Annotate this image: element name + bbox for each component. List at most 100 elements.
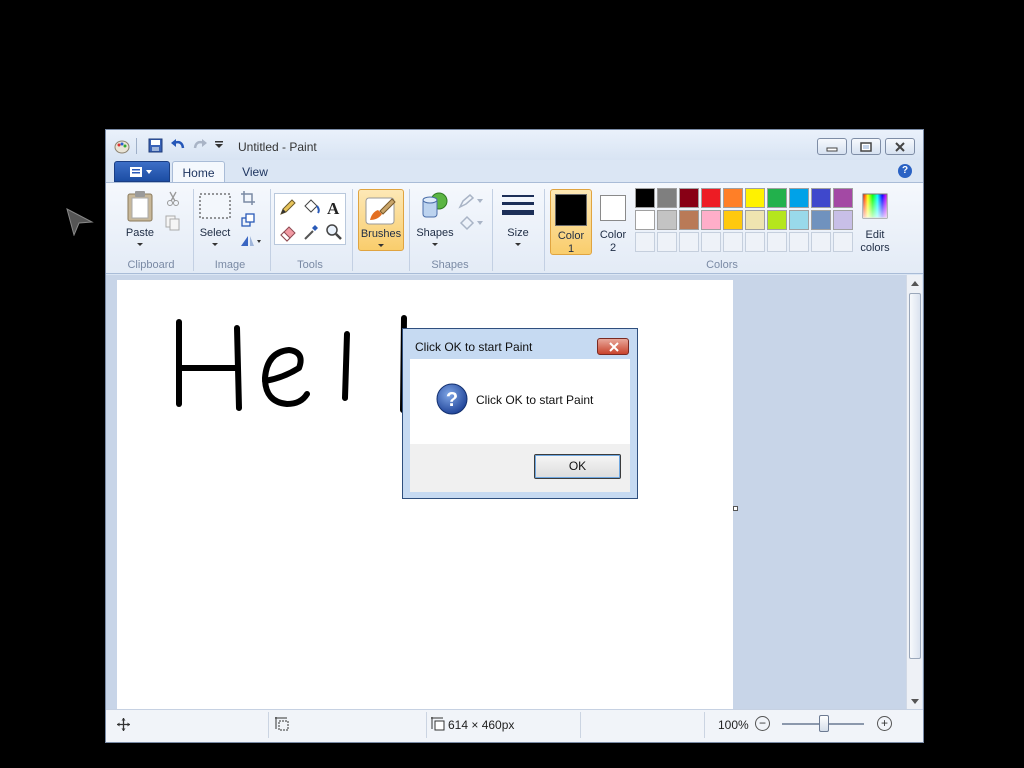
- fill-icon[interactable]: [458, 215, 484, 231]
- palette-custom-slot[interactable]: [767, 232, 787, 252]
- color-spectrum-icon: [862, 193, 888, 219]
- paint-menu-button[interactable]: [114, 161, 170, 182]
- color1-swatch: [555, 194, 587, 226]
- scroll-down-icon[interactable]: [911, 699, 919, 704]
- customize-dropdown-icon[interactable]: [214, 140, 224, 150]
- image-group-label: Image: [214, 259, 246, 271]
- group-separator: [492, 189, 493, 271]
- status-bar: 614 × 460px 100% − +: [106, 709, 923, 742]
- palette-custom-slot[interactable]: [723, 232, 743, 252]
- status-separator: [268, 712, 269, 738]
- zoom-in-button[interactable]: +: [877, 716, 892, 731]
- palette-color-swatch[interactable]: [833, 188, 853, 208]
- close-icon: [895, 142, 905, 152]
- zoom-level: 100%: [718, 718, 749, 732]
- status-separator: [426, 712, 427, 738]
- shapes-label: Shapes: [416, 227, 454, 239]
- palette-custom-slot[interactable]: [789, 232, 809, 252]
- tab-view[interactable]: View: [230, 161, 280, 182]
- text-icon[interactable]: A: [324, 197, 344, 217]
- palette-color-swatch[interactable]: [767, 188, 787, 208]
- svg-text:?: ?: [446, 389, 458, 411]
- maximize-icon: [860, 142, 872, 152]
- select-label: Select: [199, 227, 231, 239]
- save-icon[interactable]: [148, 138, 163, 153]
- color2-button[interactable]: [600, 195, 626, 221]
- palette-custom-slot[interactable]: [811, 232, 831, 252]
- tools-panel: A: [274, 193, 346, 245]
- palette-color-swatch[interactable]: [679, 188, 699, 208]
- help-icon[interactable]: ?: [898, 164, 912, 178]
- tab-home[interactable]: Home: [172, 161, 225, 182]
- ok-button[interactable]: OK: [534, 454, 621, 479]
- ribbon: Paste Clipboard Select Image A Tools Bru…: [106, 182, 923, 274]
- palette-color-swatch[interactable]: [811, 188, 831, 208]
- palette-color-swatch[interactable]: [723, 210, 743, 230]
- shapes-dropdown-icon: [432, 243, 438, 246]
- canvas-resize-handle[interactable]: [733, 506, 738, 511]
- palette-custom-slot[interactable]: [701, 232, 721, 252]
- maximize-button[interactable]: [851, 138, 881, 155]
- brushes-button[interactable]: Brushes: [358, 189, 404, 251]
- palette-color-swatch[interactable]: [679, 210, 699, 230]
- color-picker-icon[interactable]: [301, 222, 321, 242]
- redo-icon[interactable]: [192, 138, 208, 153]
- zoom-out-button[interactable]: −: [755, 716, 770, 731]
- paste-dropdown-icon: [137, 243, 143, 246]
- menu-icon: [130, 167, 152, 177]
- group-separator: [409, 189, 410, 271]
- paint-app-icon[interactable]: [114, 138, 130, 154]
- magnifier-icon[interactable]: [324, 222, 344, 242]
- outline-icon[interactable]: [458, 193, 484, 209]
- palette-custom-slot[interactable]: [657, 232, 677, 252]
- palette-color-swatch[interactable]: [789, 210, 809, 230]
- close-icon: [609, 342, 619, 352]
- selection-size-icon: [275, 717, 289, 731]
- clipboard-group-label: Clipboard: [127, 259, 175, 271]
- status-separator: [704, 712, 705, 738]
- palette-custom-slot[interactable]: [833, 232, 853, 252]
- shapes-group-label: Shapes: [431, 259, 469, 271]
- pencil-icon[interactable]: [278, 197, 298, 217]
- brushes-label: Brushes: [360, 228, 402, 240]
- palette-custom-slot[interactable]: [635, 232, 655, 252]
- rotate-icon[interactable]: [240, 235, 262, 247]
- palette-color-swatch[interactable]: [745, 188, 765, 208]
- cut-icon[interactable]: [166, 191, 180, 207]
- resize-icon[interactable]: [241, 213, 255, 227]
- cursor-position-icon: [117, 718, 130, 731]
- fill-bucket-icon[interactable]: [301, 197, 321, 217]
- palette-custom-slot[interactable]: [679, 232, 699, 252]
- dialog-body: ? Click OK to start Paint: [410, 359, 630, 444]
- scroll-thumb[interactable]: [909, 293, 921, 659]
- scroll-up-icon[interactable]: [911, 281, 919, 286]
- palette-color-swatch[interactable]: [701, 188, 721, 208]
- color1-button[interactable]: Color 1: [550, 189, 592, 255]
- vertical-scrollbar[interactable]: [906, 275, 922, 709]
- undo-icon[interactable]: [170, 138, 186, 153]
- palette-color-swatch[interactable]: [635, 210, 655, 230]
- palette-color-swatch[interactable]: [789, 188, 809, 208]
- palette-color-swatch[interactable]: [723, 188, 743, 208]
- palette-color-swatch[interactable]: [767, 210, 787, 230]
- dialog-close-button[interactable]: [597, 338, 629, 355]
- paste-label: Paste: [125, 227, 155, 239]
- group-separator: [352, 189, 353, 271]
- palette-custom-slot[interactable]: [745, 232, 765, 252]
- palette-color-swatch[interactable]: [811, 210, 831, 230]
- palette-color-swatch[interactable]: [657, 210, 677, 230]
- palette-color-swatch[interactable]: [833, 210, 853, 230]
- close-button[interactable]: [885, 138, 915, 155]
- message-dialog: Click OK to start Paint ? Click OK to st…: [402, 328, 638, 499]
- palette-color-swatch[interactable]: [635, 188, 655, 208]
- eraser-icon[interactable]: [278, 222, 298, 242]
- palette-color-swatch[interactable]: [745, 210, 765, 230]
- brush-icon: [365, 197, 396, 225]
- palette-color-swatch[interactable]: [657, 188, 677, 208]
- zoom-slider-thumb[interactable]: [819, 715, 829, 732]
- crop-icon[interactable]: [241, 191, 255, 205]
- minimize-button[interactable]: [817, 138, 847, 155]
- copy-icon[interactable]: [165, 215, 180, 231]
- palette-color-swatch[interactable]: [701, 210, 721, 230]
- colors-group-label: Colors: [706, 259, 738, 271]
